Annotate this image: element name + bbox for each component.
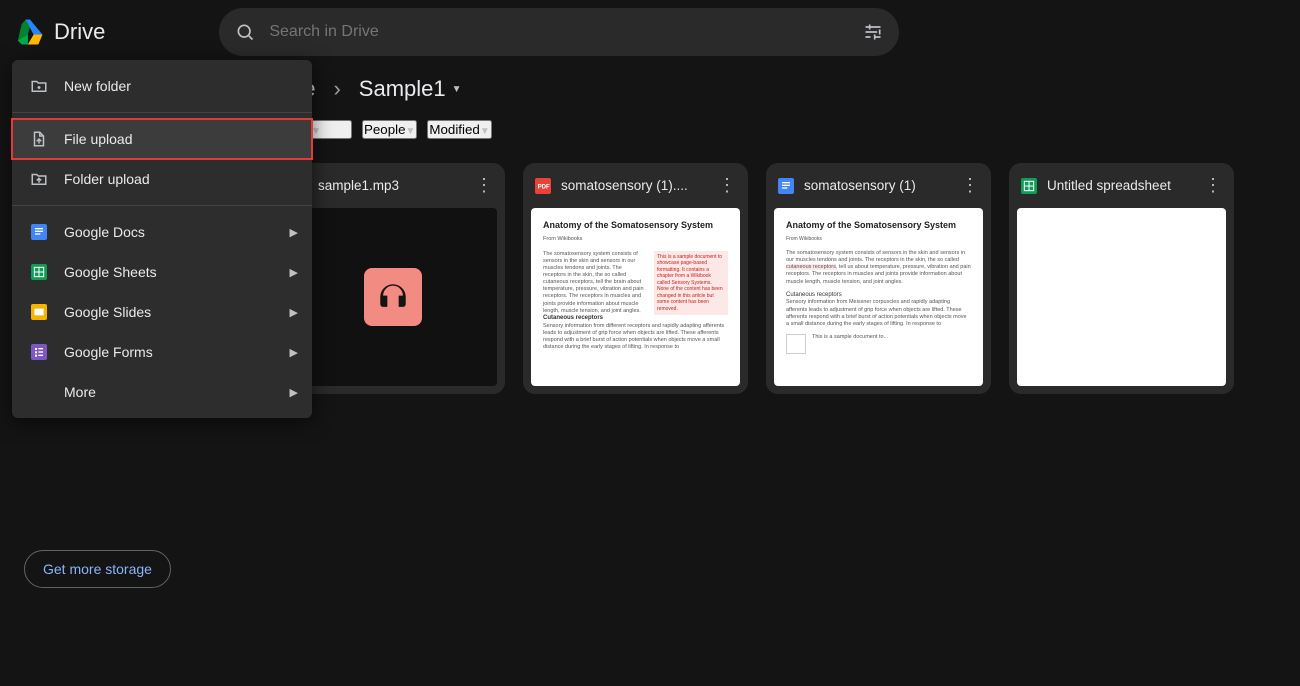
gsheet-icon xyxy=(30,263,48,281)
breadcrumb: rive › Sample1 ▼ xyxy=(280,76,1280,102)
doc-preview-title: Anatomy of the Somatosensory System xyxy=(786,220,971,232)
submenu-caret-icon: ▶ xyxy=(290,226,298,239)
file-thumbnail xyxy=(1017,208,1226,386)
menu-item-label: Google Docs xyxy=(64,224,145,240)
filter-chips: ▼ People▼ Modified▼ xyxy=(280,120,1280,139)
caret-down-icon: ▼ xyxy=(480,126,490,137)
blank-icon xyxy=(30,383,48,401)
menu-item-label: Google Slides xyxy=(64,304,151,320)
file-thumbnail: Anatomy of the Somatosensory System From… xyxy=(774,208,983,386)
gsheet-file-icon xyxy=(1021,178,1037,194)
get-storage-button[interactable]: Get more storage xyxy=(24,550,171,588)
more-actions-icon[interactable]: ⋮ xyxy=(718,175,736,196)
logo-area[interactable]: Drive xyxy=(16,18,105,46)
menu-item-google-forms[interactable]: Google Forms ▶ xyxy=(12,332,312,372)
new-folder-icon xyxy=(30,77,48,95)
file-name: somatosensory (1) xyxy=(804,178,951,193)
file-card[interactable]: Untitled spreadsheet ⋮ xyxy=(1009,163,1234,394)
menu-item-label: More xyxy=(64,384,96,400)
menu-item-label: New folder xyxy=(64,78,131,94)
submenu-caret-icon: ▶ xyxy=(290,306,298,319)
menu-separator xyxy=(12,112,312,113)
header: Drive xyxy=(0,0,1300,64)
menu-item-folder-upload[interactable]: Folder upload xyxy=(12,159,312,199)
menu-item-label: File upload xyxy=(64,131,133,147)
file-thumbnail xyxy=(288,208,497,386)
filter-chip-people[interactable]: People▼ xyxy=(362,120,417,139)
menu-item-more[interactable]: More ▶ xyxy=(12,372,312,412)
file-upload-icon xyxy=(30,130,48,148)
breadcrumb-current-label: Sample1 xyxy=(359,76,446,102)
svg-text:PDF: PDF xyxy=(538,184,550,190)
menu-item-file-upload[interactable]: File upload xyxy=(12,119,312,159)
chip-label: People xyxy=(364,122,406,137)
file-grid: sample1.mp3 ⋮ PDF somatosensory (1).... … xyxy=(280,163,1280,394)
pdf-file-icon: PDF xyxy=(535,178,551,194)
more-actions-icon[interactable]: ⋮ xyxy=(475,175,493,196)
filter-chip-modified[interactable]: Modified▼ xyxy=(427,120,491,139)
menu-item-new-folder[interactable]: New folder xyxy=(12,66,312,106)
menu-item-google-sheets[interactable]: Google Sheets ▶ xyxy=(12,252,312,292)
file-card[interactable]: somatosensory (1) ⋮ Anatomy of the Somat… xyxy=(766,163,991,394)
product-name: Drive xyxy=(54,19,105,45)
main-content: rive › Sample1 ▼ ▼ People▼ Modified▼ sam… xyxy=(260,64,1300,686)
search-input[interactable] xyxy=(269,23,849,41)
submenu-caret-icon: ▶ xyxy=(290,386,298,399)
headphones-icon xyxy=(376,280,410,314)
menu-item-label: Folder upload xyxy=(64,171,150,187)
caret-down-icon: ▼ xyxy=(311,126,321,137)
more-actions-icon[interactable]: ⋮ xyxy=(1204,175,1222,196)
caret-down-icon: ▼ xyxy=(406,126,416,137)
search-bar[interactable] xyxy=(219,8,899,56)
search-options-icon[interactable] xyxy=(863,22,883,42)
new-menu-popup: New folder File upload Folder upload Goo… xyxy=(12,60,312,418)
menu-item-label: Google Forms xyxy=(64,344,153,360)
gdoc-icon xyxy=(30,223,48,241)
file-card[interactable]: sample1.mp3 ⋮ xyxy=(280,163,505,394)
chevron-right-icon: › xyxy=(333,76,340,102)
more-actions-icon[interactable]: ⋮ xyxy=(961,175,979,196)
submenu-caret-icon: ▶ xyxy=(290,346,298,359)
drive-logo-icon xyxy=(16,18,44,46)
doc-preview-title: Anatomy of the Somatosensory System xyxy=(543,220,728,232)
file-thumbnail: Anatomy of the Somatosensory System From… xyxy=(531,208,740,386)
menu-item-google-docs[interactable]: Google Docs ▶ xyxy=(12,212,312,252)
file-name: sample1.mp3 xyxy=(318,178,465,193)
file-name: somatosensory (1).... xyxy=(561,178,708,193)
folder-upload-icon xyxy=(30,170,48,188)
gforms-icon xyxy=(30,343,48,361)
gdoc-file-icon xyxy=(778,178,794,194)
search-icon xyxy=(235,22,255,42)
chip-label: Modified xyxy=(429,122,479,137)
caret-down-icon: ▼ xyxy=(452,84,462,95)
file-card[interactable]: PDF somatosensory (1).... ⋮ Anatomy of t… xyxy=(523,163,748,394)
submenu-caret-icon: ▶ xyxy=(290,266,298,279)
gslides-icon xyxy=(30,303,48,321)
breadcrumb-current[interactable]: Sample1 ▼ xyxy=(359,76,462,102)
menu-item-label: Google Sheets xyxy=(64,264,157,280)
file-name: Untitled spreadsheet xyxy=(1047,178,1194,193)
menu-separator xyxy=(12,205,312,206)
menu-item-google-slides[interactable]: Google Slides ▶ xyxy=(12,292,312,332)
